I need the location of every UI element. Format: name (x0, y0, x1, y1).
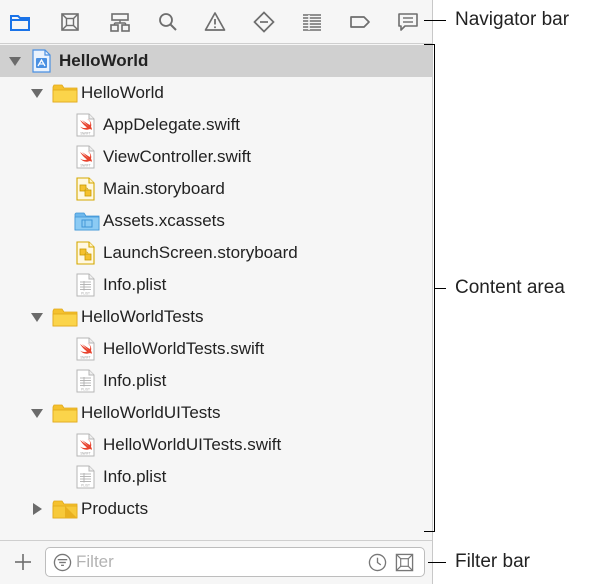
source-control-filter-icon[interactable] (395, 553, 414, 572)
find-navigator-icon[interactable] (153, 8, 183, 36)
tree-row-storyboard[interactable]: LaunchScreen.storyboard (0, 237, 432, 269)
swift-file-icon: SWIFT (74, 113, 96, 137)
disclosure-expanded-icon[interactable] (8, 54, 22, 68)
issue-navigator-icon[interactable] (200, 8, 230, 36)
project-navigator-icon[interactable] (5, 8, 35, 36)
debug-navigator-icon[interactable] (297, 8, 327, 36)
tree-row-label: HelloWorldTests.swift (103, 339, 265, 358)
tree-row-label: HelloWorld (81, 83, 164, 102)
project-navigator-panel: HelloWorld HelloWorld SWIFT AppDelegate.swi… (0, 0, 433, 584)
storyboard-file-icon (74, 177, 96, 201)
content-area-callout: Content area (455, 277, 565, 298)
tree-row-plist[interactable]: PLIST Info.plist (0, 365, 432, 397)
navigator-bar-callout: Navigator bar (455, 9, 570, 30)
navigator-bar (0, 0, 432, 44)
folder-icon (52, 402, 78, 424)
folder-icon (52, 498, 78, 520)
tree-row-folder[interactable]: HelloWorldTests (0, 301, 432, 333)
symbol-navigator-icon[interactable] (105, 8, 135, 36)
filter-input[interactable] (76, 551, 361, 573)
navigator-content-area: HelloWorld HelloWorld SWIFT AppDelegate.swi… (0, 45, 432, 540)
content-area-pointer (434, 288, 446, 289)
filter-bar (0, 540, 432, 584)
content-area-bracket-bottom (424, 531, 435, 532)
filter-bar-callout: Filter bar (455, 551, 530, 572)
svg-text:PLIST: PLIST (81, 484, 90, 488)
folder-icon (52, 82, 78, 104)
tree-row-label: HelloWorldUITests (81, 403, 221, 422)
tree-row-swift[interactable]: SWIFT ViewController.swift (0, 141, 432, 173)
recent-files-clock-icon[interactable] (368, 553, 387, 572)
swift-file-icon: SWIFT (74, 433, 96, 457)
tree-row-label: HelloWorldUITests.swift (103, 435, 282, 454)
disclosure-expanded-icon[interactable] (30, 310, 44, 324)
tree-row-label: Products (81, 499, 149, 518)
plus-icon (15, 554, 31, 570)
svg-text:SWIFT: SWIFT (80, 452, 90, 456)
tree-row-folder[interactable]: Products (0, 493, 432, 525)
tree-row-swift[interactable]: SWIFT HelloWorldUITests.swift (0, 429, 432, 461)
storyboard-file-icon (74, 241, 96, 265)
test-navigator-icon[interactable] (249, 8, 279, 36)
tree-row-assets[interactable]: Assets.xcassets (0, 205, 432, 237)
filter-bar-pointer (428, 562, 446, 563)
disclosure-collapsed-icon[interactable] (30, 502, 44, 516)
tree-row-folder[interactable]: HelloWorld (0, 77, 432, 109)
project-icon (30, 49, 52, 73)
tree-row-label: Info.plist (103, 371, 167, 390)
report-navigator-icon[interactable] (393, 8, 423, 36)
filter-field (45, 547, 425, 577)
swift-file-icon: SWIFT (74, 337, 96, 361)
swift-file-icon: SWIFT (74, 145, 96, 169)
svg-text:PLIST: PLIST (81, 388, 90, 392)
asset-catalog-icon (74, 210, 100, 232)
svg-text:SWIFT: SWIFT (80, 164, 90, 168)
tree-row-label: HelloWorldTests (81, 307, 204, 326)
add-button[interactable] (10, 549, 36, 575)
tree-row-label: Main.storyboard (103, 179, 225, 198)
svg-text:SWIFT: SWIFT (80, 132, 90, 136)
tree-row-label: AppDelegate.swift (103, 115, 241, 134)
navigator-bar-pointer (424, 20, 446, 21)
plist-file-icon: PLIST (74, 273, 96, 297)
tree-row-plist[interactable]: PLIST Info.plist (0, 461, 432, 493)
disclosure-expanded-icon[interactable] (30, 86, 44, 100)
tree-row-storyboard[interactable]: Main.storyboard (0, 173, 432, 205)
breakpoint-navigator-icon[interactable] (345, 8, 375, 36)
tree-row-label: LaunchScreen.storyboard (103, 243, 298, 262)
tree-row-project[interactable]: HelloWorld (0, 45, 432, 77)
plist-file-icon: PLIST (74, 369, 96, 393)
tree-row-folder[interactable]: HelloWorldUITests (0, 397, 432, 429)
filter-icon[interactable] (53, 553, 72, 572)
folder-icon (52, 306, 78, 328)
tree-row-label: HelloWorld (59, 51, 149, 70)
plist-file-icon: PLIST (74, 465, 96, 489)
tree-row-swift[interactable]: SWIFT AppDelegate.swift (0, 109, 432, 141)
svg-text:PLIST: PLIST (81, 292, 90, 296)
disclosure-expanded-icon[interactable] (30, 406, 44, 420)
tree-row-label: ViewController.swift (103, 147, 252, 166)
tree-row-label: Assets.xcassets (103, 211, 225, 230)
source-control-navigator-icon[interactable] (55, 8, 85, 36)
tree-row-swift[interactable]: SWIFT HelloWorldTests.swift (0, 333, 432, 365)
tree-row-label: Info.plist (103, 467, 167, 486)
svg-text:SWIFT: SWIFT (80, 356, 90, 360)
tree-row-label: Info.plist (103, 275, 167, 294)
tree-row-plist[interactable]: PLIST Info.plist (0, 269, 432, 301)
